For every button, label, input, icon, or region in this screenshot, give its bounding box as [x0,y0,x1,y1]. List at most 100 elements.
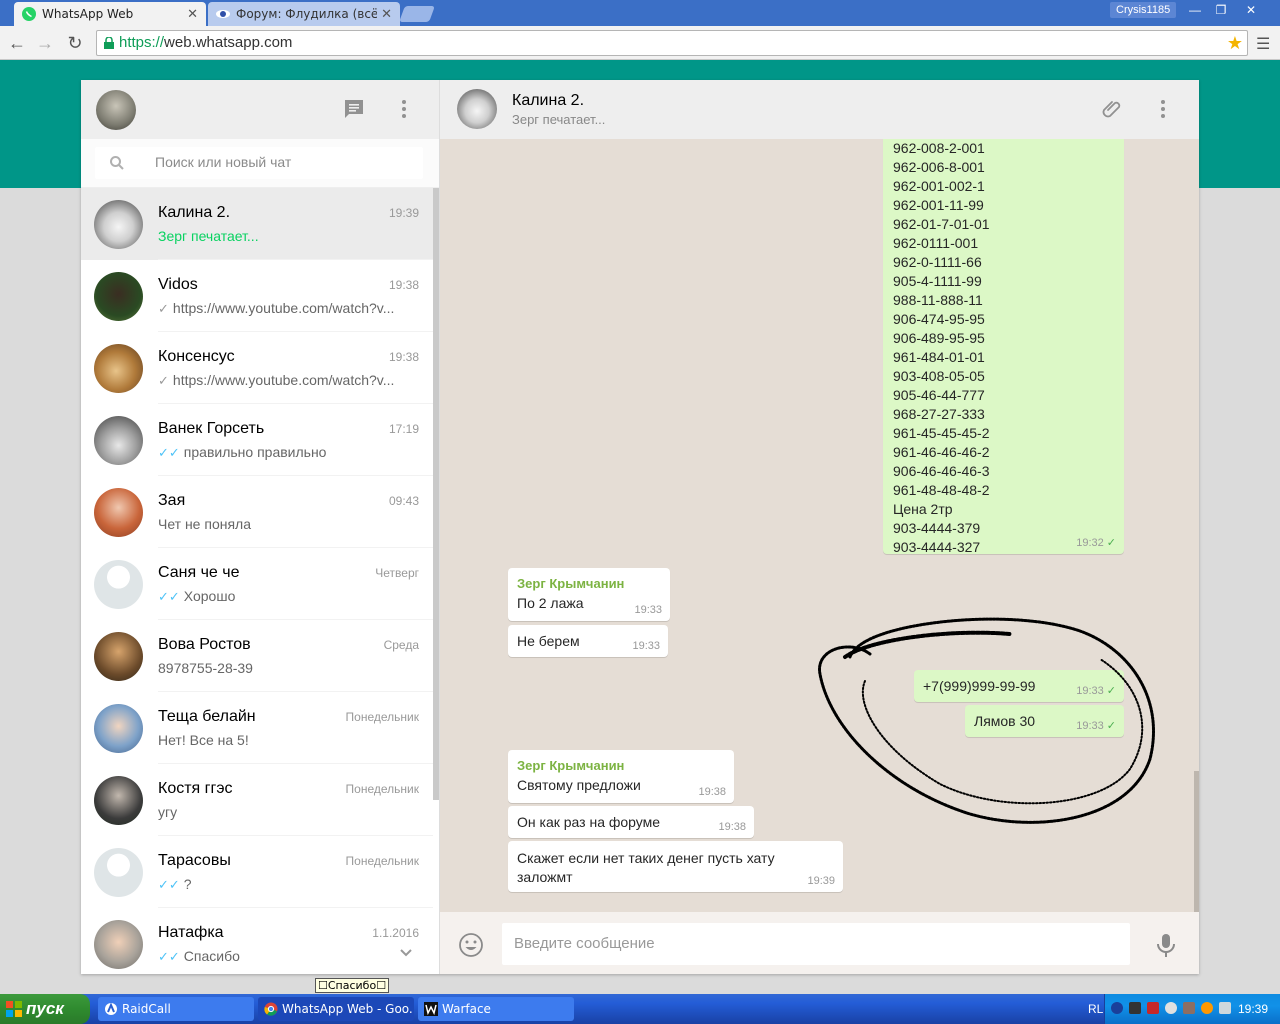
chat-row[interactable]: Костя ггэс Понедельник угу [81,764,433,836]
chat-row[interactable]: Калина 2. 19:39 Зерг печатает... [81,188,433,260]
phone-list-line: 988-11-888-11 [893,292,983,308]
chat-row[interactable]: Тарасовы Понедельник ✓✓? [81,836,433,908]
phone-list-line: 962-006-8-001 [893,159,985,175]
chat-info: Зая 09:43 Чет не поняла [158,476,433,548]
chat-time: Понедельник [345,782,419,796]
chat-name: Натафка [158,924,224,941]
tray-app-icon[interactable] [1165,1002,1177,1014]
chat-row[interactable]: Саня че че Четверг ✓✓ Хорошо [81,548,433,620]
close-window-icon[interactable]: ✕ [1238,1,1264,19]
chat-info: Натафка 1.1.2016 ✓✓ Спасибо [158,908,433,974]
tab-whatsapp[interactable]: WhatsApp Web ✕ [14,2,206,26]
new-tab-button[interactable] [399,6,435,22]
close-tab-icon[interactable]: ✕ [187,7,198,22]
chat-name: Ванек Горсеть [158,420,265,437]
tooltip: ☐Спасибо☐ [315,978,390,993]
chevron-down-icon[interactable] [399,948,413,958]
my-avatar[interactable] [96,90,136,130]
chat-name: Костя ггэс [158,780,233,797]
sent-tick-icon: ✓ [158,301,169,316]
tray-expand-icon[interactable] [1111,1002,1123,1014]
taskbar-item-warface[interactable]: Warface [418,997,574,1021]
browser-menu-icon[interactable]: ☰ [1256,34,1270,54]
message-time: 19:38 [698,786,726,798]
tab-forum[interactable]: Форум: Флудилка (всё обо ✕ [208,2,400,26]
volume-icon[interactable] [1219,1002,1231,1014]
chat-time: 19:39 [388,206,419,220]
microphone-icon[interactable] [1154,932,1178,958]
phone-list-line: 906-46-46-46-3 [893,463,990,479]
chat-preview-text: правильно правильно [183,444,327,460]
chat-time: 1.1.2016 [372,926,419,940]
search-box[interactable] [95,147,423,179]
new-chat-icon[interactable] [342,97,366,121]
message-area[interactable]: 962-008-2-001 962-006-8-001 962-001-002-1 9… [440,139,1199,912]
start-button[interactable]: пуск [0,994,90,1024]
chat-info: Саня че че Четверг ✓✓ Хорошо [158,548,433,620]
message-bubble-outgoing[interactable]: 962-008-2-001 962-006-8-001 962-001-002-1 9… [883,139,1124,555]
chat-preview: Чет не поняла [158,516,413,532]
message-bubble-incoming[interactable]: Не берем 19:33 [508,625,668,657]
search-input[interactable] [155,154,405,170]
tray-app-icon[interactable] [1183,1002,1195,1014]
chat-name: Зая [158,492,186,509]
message-bubble-incoming[interactable]: Он как раз на форуме 19:38 [508,806,754,838]
message-bubble-outgoing[interactable]: +7(999)999-99-99 19:33 ✓ [914,670,1124,702]
chat-time: Среда [383,638,419,652]
chat-preview-text: https://www.youtube.com/watch?v... [172,300,395,316]
chat-row[interactable]: Натафка 1.1.2016 ✓✓ Спасибо [81,908,433,974]
chrome-icon [264,1002,278,1016]
message-input[interactable] [514,935,1114,952]
attach-icon[interactable] [1101,97,1125,121]
clock: 19:39 [1237,1002,1268,1016]
message-input-box[interactable] [502,923,1130,965]
chat-row[interactable]: Зая 09:43 Чет не поняла [81,476,433,548]
bookmark-star-icon[interactable]: ★ [1227,33,1243,54]
contact-avatar[interactable] [457,89,497,129]
url-field[interactable]: https://web.whatsapp.com ★ [96,30,1248,56]
chat-row[interactable]: Ванек Горсеть 17:19 ✓✓ правильно правильно [81,404,433,476]
restore-icon[interactable]: ❐ [1208,1,1234,19]
forward-icon[interactable]: → [34,32,56,54]
conversation-header[interactable]: Калина 2. Зерг печатает... [440,80,1199,139]
chat-info: Теща белайн Понедельник Нет! Все на 5! [158,692,433,764]
messages-scrollbar[interactable] [1194,771,1199,912]
profile-badge[interactable]: Crysis1185 [1110,2,1177,18]
chat-preview-text: Спасибо [183,948,240,964]
message-bubble-outgoing[interactable]: Лямов 30 19:33 ✓ [965,705,1124,737]
phone-list-line: 962-0-1111-66 [893,254,982,270]
sidebar-header [81,80,439,139]
message-time: 19:38 [718,821,746,833]
message-bubble-incoming[interactable]: Зерг Крымчанин Святому предложи 19:38 [508,750,734,803]
message-bubble-incoming[interactable]: Зерг Крымчанин По 2 лажа 19:33 [508,568,670,621]
chat-row[interactable]: Вова Ростов Среда 8978755-28-39 [81,620,433,692]
taskbar-item-raidcall[interactable]: RaidCall [98,997,254,1021]
sidebar: Калина 2. 19:39 Зерг печатает... Vidos 19:38… [81,80,440,974]
tray-app-icon[interactable] [1147,1002,1159,1014]
conversation-menu-icon[interactable] [1151,97,1175,121]
chat-preview: ✓✓ Хорошо [158,588,413,605]
chat-info: Калина 2. 19:39 Зерг печатает... [158,188,433,260]
eye-favicon-icon [216,10,230,18]
taskbar-item-whatsapp[interactable]: WhatsApp Web - Goo... [258,997,414,1021]
chat-row[interactable]: Консенсус 19:38 ✓ https://www.youtube.com/w… [81,332,433,404]
language-indicator[interactable]: RL [1088,1002,1103,1016]
tray-app-icon[interactable] [1129,1002,1141,1014]
chat-name: Теща белайн [158,708,256,725]
menu-dots-icon[interactable] [392,97,416,121]
tray-app-icon[interactable] [1201,1002,1213,1014]
back-icon[interactable]: ← [6,32,28,54]
chat-row[interactable]: Vidos 19:38 ✓ https://www.youtube.com/watch… [81,260,433,332]
chat-avatar [94,632,143,681]
message-bubble-incoming[interactable]: Скажет если нет таких денег пусть хату з… [508,841,843,892]
minimize-icon[interactable]: — [1182,1,1208,19]
sidebar-scrollbar[interactable] [433,188,439,800]
read-ticks-icon: ✓✓ [158,877,180,892]
sender-name: Зерг Крымчанин [517,576,625,591]
emoji-icon[interactable] [458,932,484,958]
reload-icon[interactable]: ↻ [64,32,86,54]
chat-row[interactable]: Теща белайн Понедельник Нет! Все на 5! [81,692,433,764]
close-tab-icon[interactable]: ✕ [381,7,392,22]
contact-name: Калина 2. [512,92,585,109]
chat-name: Саня че че [158,564,240,581]
